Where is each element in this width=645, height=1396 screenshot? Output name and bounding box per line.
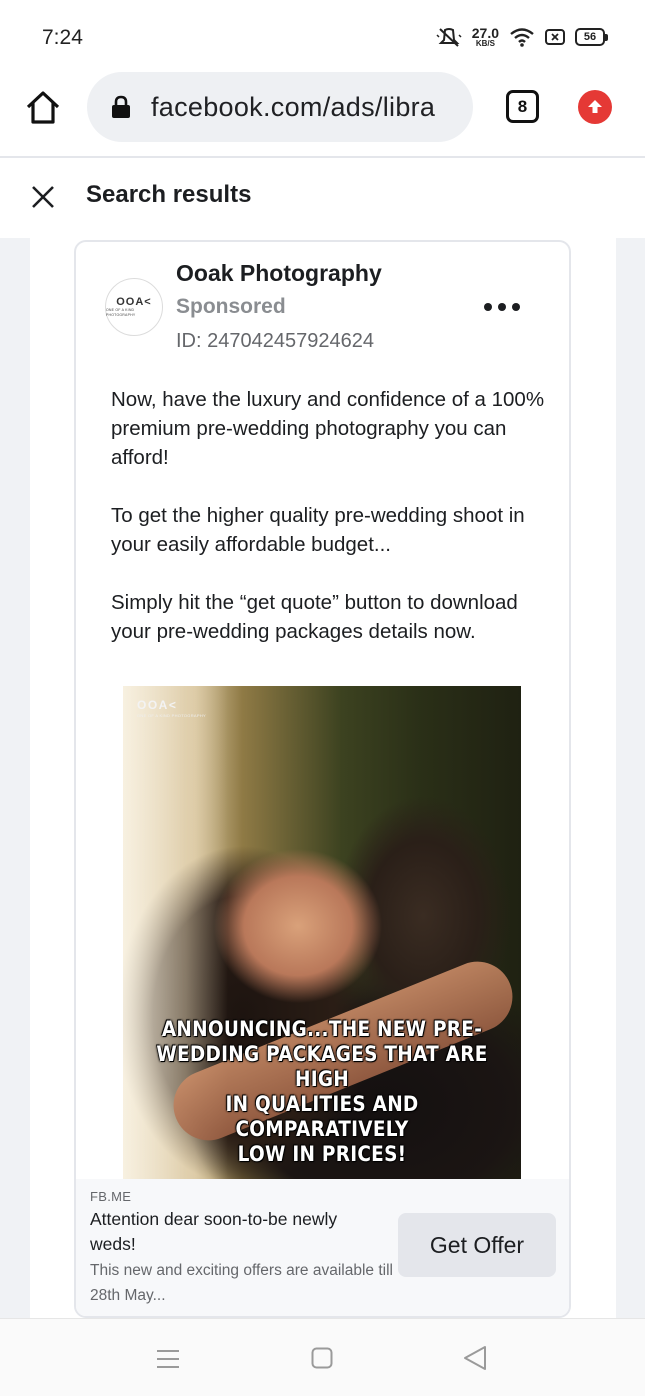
page-title: Search results: [86, 181, 252, 208]
get-offer-button[interactable]: Get Offer: [398, 1213, 556, 1277]
wifi-icon: [510, 28, 534, 47]
tab-count: 8: [517, 96, 528, 116]
cta-section[interactable]: FB.ME Attention dear soon-to-be newly we…: [76, 1179, 569, 1316]
net-speed-value: 27.0: [471, 25, 499, 41]
avatar[interactable]: OOA< ONE OF A KIND PHOTOGRAPHY: [105, 278, 163, 336]
avatar-logo: OOA<: [116, 296, 152, 309]
home-square-icon[interactable]: [311, 1347, 333, 1369]
ad-image[interactable]: OOA< ONE OF A KIND PHOTOGRAPHY ANNOUNCIN…: [123, 686, 521, 1179]
results-header: Search results: [0, 160, 645, 238]
close-icon[interactable]: [30, 184, 56, 210]
mute-icon: [436, 28, 462, 47]
url-bar[interactable]: facebook.com/ads/libra: [87, 72, 473, 142]
image-caption: ANNOUNCING...THE NEW PRE- WEDDING PACKAG…: [151, 1017, 493, 1167]
cta-headline: Attention dear soon-to-be newly weds!: [90, 1209, 338, 1254]
status-time: 7:24: [42, 26, 83, 49]
ad-body-paragraph: To get the higher quality pre-wedding sh…: [111, 504, 525, 556]
battery-level: 56: [583, 31, 597, 43]
sponsored-label: Sponsored: [176, 295, 286, 318]
image-logo: OOA<: [137, 698, 178, 712]
net-speed: 27.0 KB/S: [472, 26, 499, 48]
url-text[interactable]: facebook.com/ads/libra: [151, 92, 435, 123]
status-icons: 27.0 KB/S 56: [436, 26, 608, 48]
cta-description: This new and exciting offers are availab…: [90, 1262, 393, 1304]
advertiser-name[interactable]: Ooak Photography: [176, 260, 382, 287]
net-speed-unit: KB/S: [475, 39, 495, 48]
update-icon[interactable]: [578, 90, 612, 124]
browser-toolbar: facebook.com/ads/libra 8: [0, 72, 645, 158]
tabs-button[interactable]: 8: [506, 90, 539, 123]
ad-body: Now, have the luxury and confidence of a…: [111, 385, 551, 675]
caption-line: IN QUALITIES AND COMPARATIVELY: [225, 1092, 419, 1142]
lock-icon: [112, 95, 130, 118]
caption-line: WEDDING PACKAGES THAT ARE HIGH: [156, 1042, 488, 1092]
avatar-sub: ONE OF A KIND PHOTOGRAPHY: [106, 308, 136, 317]
more-options-icon[interactable]: [484, 300, 520, 314]
back-triangle-icon[interactable]: [462, 1345, 488, 1371]
results-list[interactable]: OOA< ONE OF A KIND PHOTOGRAPHY Ooak Phot…: [0, 238, 645, 1318]
menu-icon[interactable]: [156, 1348, 180, 1370]
home-icon[interactable]: [24, 88, 62, 126]
arrow-up-icon: [588, 100, 602, 113]
battery-icon: 56: [575, 28, 608, 46]
status-bar: 7:24 27.0 KB/S 56: [0, 0, 645, 72]
caption-line: LOW IN PRICES!: [237, 1142, 407, 1167]
cta-domain: FB.ME: [90, 1189, 132, 1204]
ad-body-paragraph: Simply hit the “get quote” button to dow…: [111, 591, 518, 643]
caption-line: ANNOUNCING...THE NEW PRE-: [161, 1017, 483, 1042]
ad-card[interactable]: OOA< ONE OF A KIND PHOTOGRAPHY Ooak Phot…: [74, 240, 571, 1318]
ad-body-paragraph: Now, have the luxury and confidence of a…: [111, 388, 545, 469]
system-nav-bar: [0, 1318, 645, 1396]
ad-id: ID: 247042457924624: [176, 330, 374, 352]
sim-icon: [545, 29, 565, 45]
image-logo-sub: ONE OF A KIND PHOTOGRAPHY: [137, 713, 206, 718]
